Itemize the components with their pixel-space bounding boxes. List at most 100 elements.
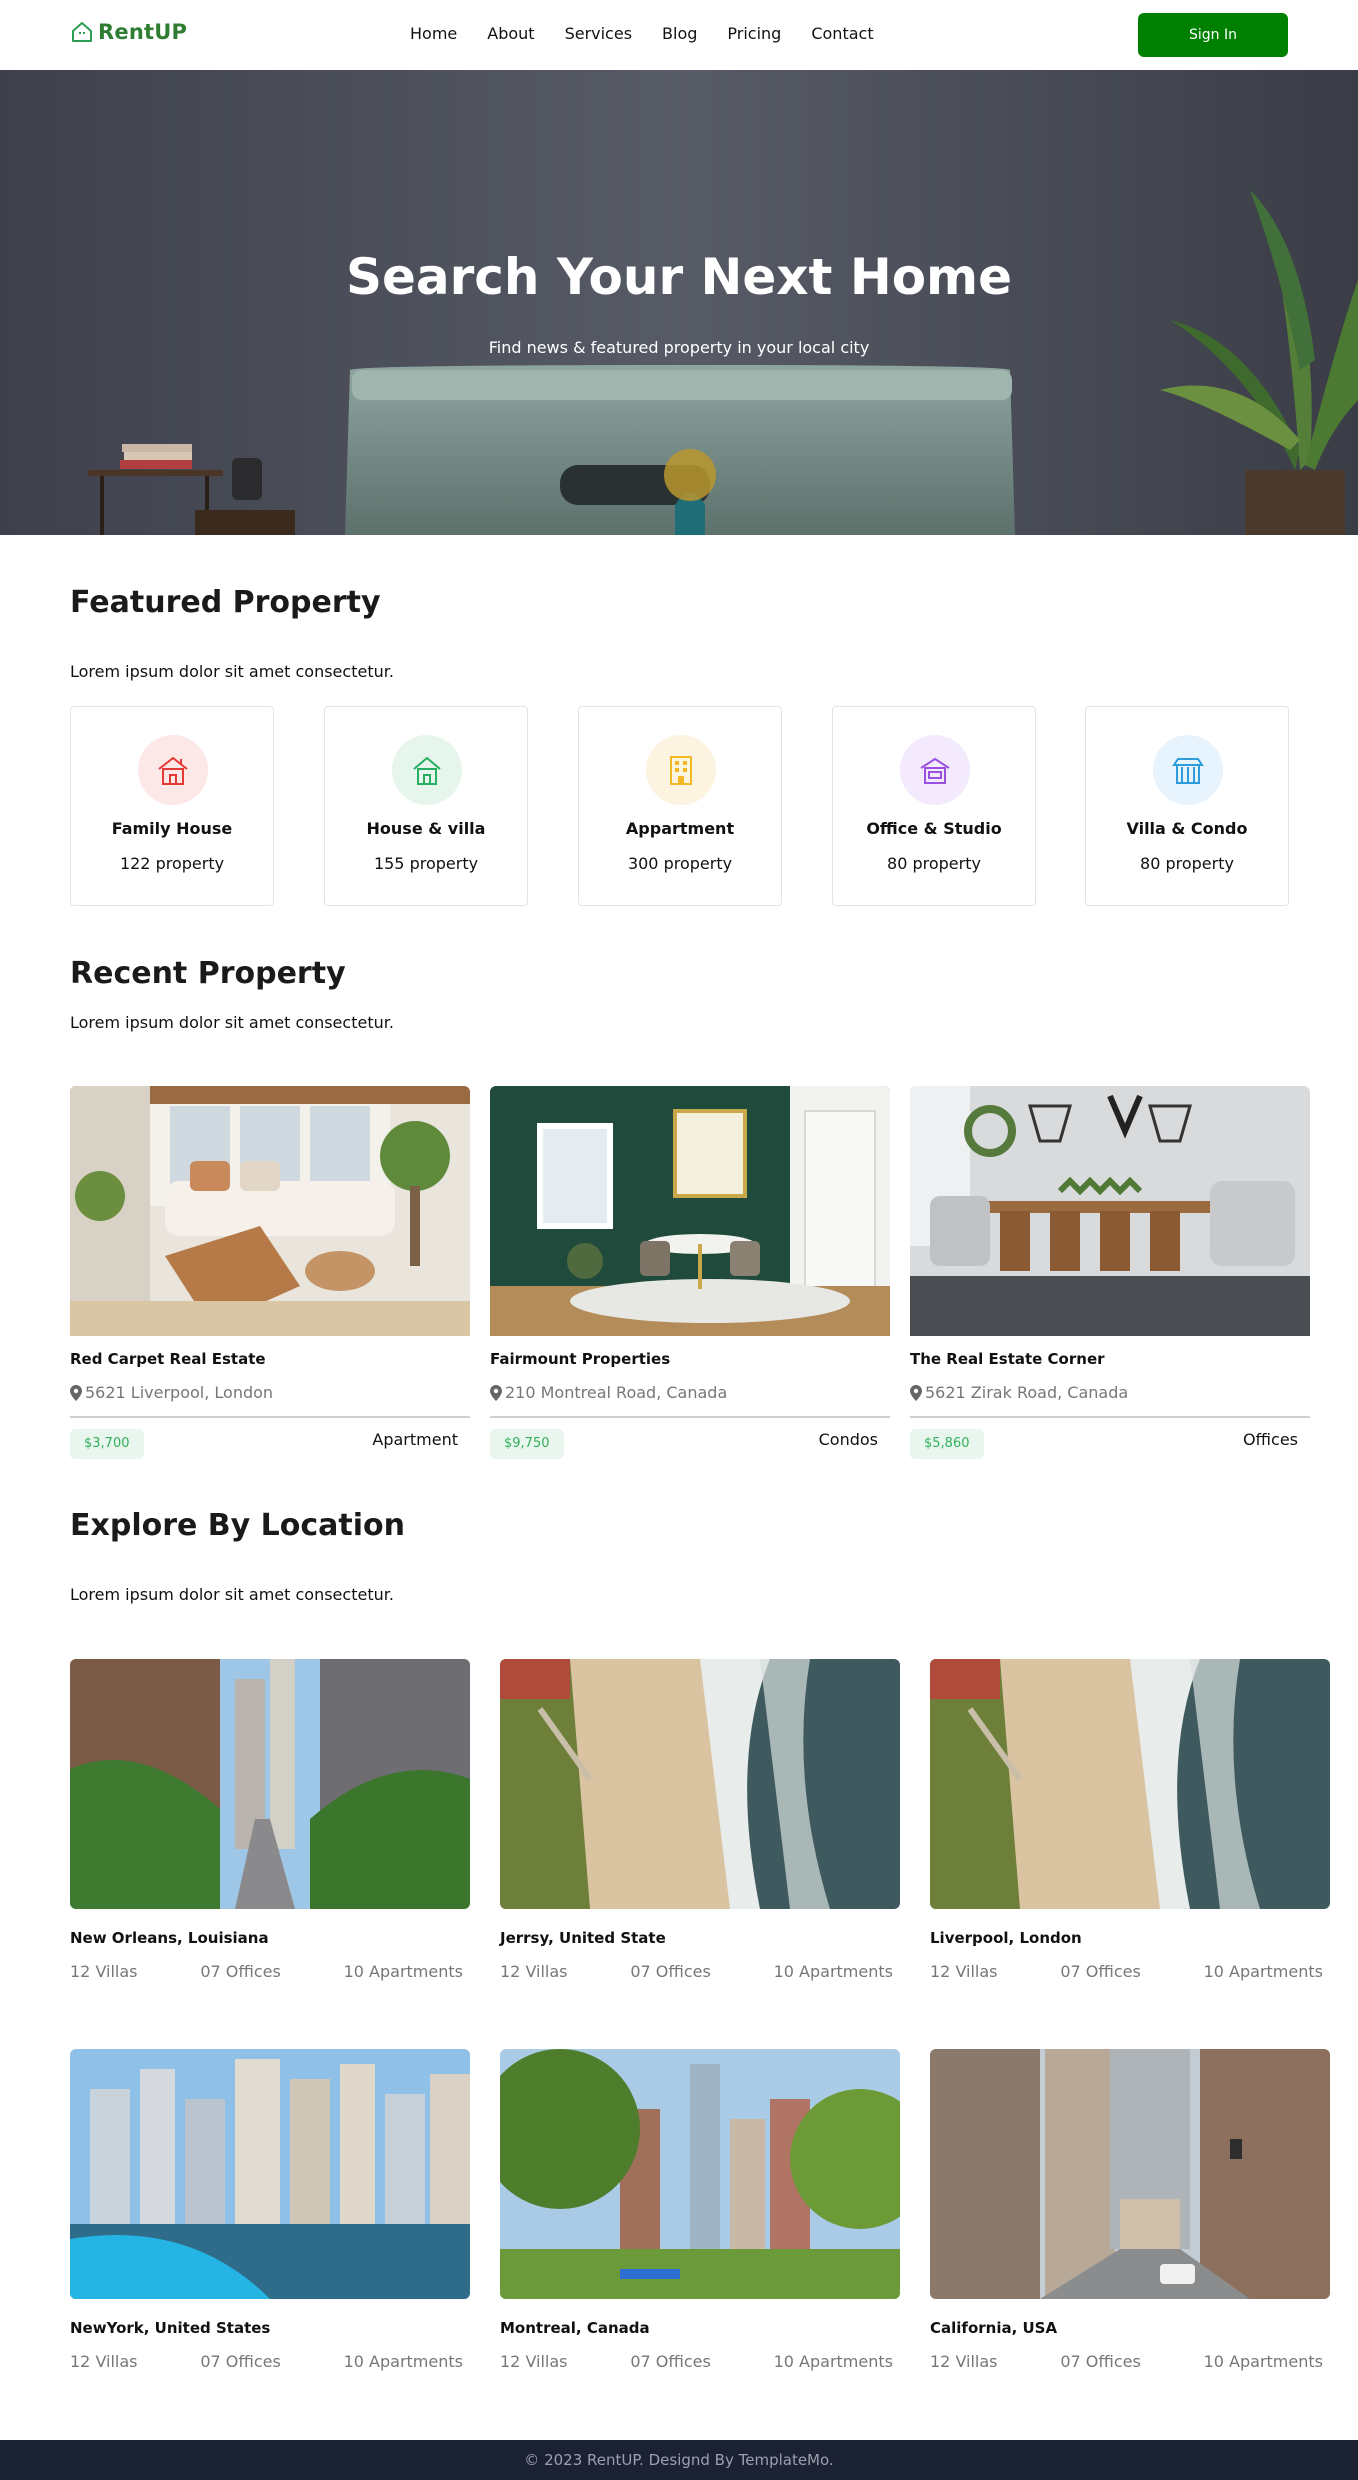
hero-title: Search Your Next Home	[345, 248, 1013, 306]
villas-count: 12 Villas	[500, 2352, 568, 2371]
copyright-text: © 2023 RentUP. Designd By TemplateMo.	[524, 2451, 834, 2469]
apartments-count: 10 Apartments	[1203, 1962, 1323, 1981]
featured-title: Appartment	[625, 819, 735, 838]
property-address: 210 Montreal Road, Canada	[490, 1383, 727, 1402]
property-type: Offices	[1242, 1430, 1298, 1449]
location-name[interactable]: Montreal, Canada	[500, 2319, 650, 2337]
location-photo	[500, 1659, 900, 1909]
map-pin-icon	[490, 1384, 502, 1401]
villas-count: 12 Villas	[70, 2352, 138, 2371]
property-name[interactable]: The Real Estate Corner	[910, 1350, 1105, 1368]
location-stats: 12 Villas 07 Offices 10 Apartments	[70, 2352, 470, 2371]
featured-card-family-house[interactable]: Family House 122 property	[70, 706, 274, 906]
divider	[70, 1416, 470, 1418]
office-icon	[900, 735, 970, 805]
property-photo	[910, 1086, 1310, 1336]
featured-card-villa-condo[interactable]: Villa & Condo 80 property	[1085, 706, 1289, 906]
site-footer: © 2023 RentUP. Designd By TemplateMo.	[0, 2440, 1358, 2480]
location-name[interactable]: Jerrsy, United State	[500, 1929, 666, 1947]
featured-title: Family House	[111, 819, 233, 838]
location-stats: 12 Villas 07 Offices 10 Apartments	[930, 1962, 1330, 1981]
location-card-montreal[interactable]: Montreal, Canada 12 Villas 07 Offices 10…	[500, 2049, 900, 2371]
property-name[interactable]: Fairmount Properties	[490, 1350, 670, 1368]
location-photo	[500, 2049, 900, 2299]
house-icon	[138, 735, 208, 805]
apartments-count: 10 Apartments	[343, 1962, 463, 1981]
location-stats: 12 Villas 07 Offices 10 Apartments	[70, 1962, 470, 1981]
recent-card-fairmount[interactable]: Fairmount Properties 210 Montreal Road, …	[490, 1086, 890, 1459]
site-header: RentUP Home About Services Blog Pricing …	[0, 0, 1358, 70]
location-photo	[930, 1659, 1330, 1909]
logo[interactable]: RentUP	[70, 20, 187, 44]
property-photo	[70, 1086, 470, 1336]
nav-pricing[interactable]: Pricing	[727, 24, 781, 43]
location-name[interactable]: California, USA	[930, 2319, 1057, 2337]
featured-card-appartment[interactable]: Appartment 300 property	[578, 706, 782, 906]
featured-title: Villa & Condo	[1126, 819, 1248, 838]
location-card-california[interactable]: California, USA 12 Villas 07 Offices 10 …	[930, 2049, 1330, 2371]
featured-heading: Featured Property	[70, 585, 381, 620]
address-text: 5621 Liverpool, London	[85, 1383, 274, 1402]
address-text: 210 Montreal Road, Canada	[505, 1383, 728, 1402]
nav-contact[interactable]: Contact	[811, 24, 873, 43]
location-photo	[70, 1659, 470, 1909]
price-badge: $9,750	[490, 1429, 564, 1459]
nav-blog[interactable]: Blog	[662, 24, 697, 43]
featured-lead: Lorem ipsum dolor sit amet consectetur.	[70, 662, 394, 681]
location-card-newyork[interactable]: NewYork, United States 12 Villas 07 Offi…	[70, 2049, 470, 2371]
featured-count: 122 property	[119, 854, 225, 873]
apartments-count: 10 Apartments	[773, 1962, 893, 1981]
property-name[interactable]: Red Carpet Real Estate	[70, 1350, 266, 1368]
property-address: 5621 Liverpool, London	[70, 1383, 273, 1402]
location-stats: 12 Villas 07 Offices 10 Apartments	[930, 2352, 1330, 2371]
nav-home[interactable]: Home	[410, 24, 457, 43]
featured-count: 80 property	[1140, 854, 1234, 873]
offices-count: 07 Offices	[200, 1962, 281, 1981]
location-heading: Explore By Location	[70, 1508, 406, 1543]
villas-count: 12 Villas	[500, 1962, 568, 1981]
recent-card-red-carpet[interactable]: Red Carpet Real Estate 5621 Liverpool, L…	[70, 1086, 470, 1459]
offices-count: 07 Offices	[630, 2352, 711, 2371]
property-address: 5621 Zirak Road, Canada	[910, 1383, 1128, 1402]
address-text: 5621 Zirak Road, Canada	[925, 1383, 1129, 1402]
logo-text: RentUP	[98, 20, 188, 44]
house-logo-icon	[72, 22, 92, 42]
villa-icon	[392, 735, 462, 805]
featured-count: 80 property	[887, 854, 981, 873]
recent-card-real-estate-corner[interactable]: The Real Estate Corner 5621 Zirak Road, …	[910, 1086, 1310, 1459]
map-pin-icon	[70, 1384, 82, 1401]
location-lead: Lorem ipsum dolor sit amet consectetur.	[70, 1585, 394, 1604]
villas-count: 12 Villas	[930, 2352, 998, 2371]
price-badge: $5,860	[910, 1429, 984, 1459]
villas-count: 12 Villas	[70, 1962, 138, 1981]
location-card-new-orleans[interactable]: New Orleans, Louisiana 12 Villas 07 Offi…	[70, 1659, 470, 1981]
featured-title: House & villa	[366, 819, 486, 838]
sign-in-button[interactable]: Sign In	[1138, 13, 1288, 57]
apartments-count: 10 Apartments	[773, 2352, 893, 2371]
apartments-count: 10 Apartments	[343, 2352, 463, 2371]
divider	[490, 1416, 890, 1418]
featured-card-house-villa[interactable]: House & villa 155 property	[324, 706, 528, 906]
location-name[interactable]: NewYork, United States	[70, 2319, 270, 2337]
hero-banner: Search Your Next Home Find news & featur…	[0, 70, 1358, 535]
villas-count: 12 Villas	[930, 1962, 998, 1981]
map-pin-icon	[910, 1384, 922, 1401]
offices-count: 07 Offices	[1060, 1962, 1141, 1981]
location-name[interactable]: Liverpool, London	[930, 1929, 1082, 1947]
location-stats: 12 Villas 07 Offices 10 Apartments	[500, 1962, 900, 1981]
recent-lead: Lorem ipsum dolor sit amet consectetur.	[70, 1013, 394, 1032]
featured-card-office-studio[interactable]: Office & Studio 80 property	[832, 706, 1036, 906]
nav-about[interactable]: About	[487, 24, 534, 43]
location-name[interactable]: New Orleans, Louisiana	[70, 1929, 269, 1947]
property-type: Condos	[818, 1430, 878, 1449]
offices-count: 07 Offices	[630, 1962, 711, 1981]
hero-subtitle: Find news & featured property in your lo…	[488, 338, 870, 357]
offices-count: 07 Offices	[1060, 2352, 1141, 2371]
divider	[910, 1416, 1310, 1418]
location-card-jerrsy[interactable]: Jerrsy, United State 12 Villas 07 Office…	[500, 1659, 900, 1981]
main-nav: Home About Services Blog Pricing Contact	[410, 24, 904, 43]
recent-heading: Recent Property	[70, 956, 346, 991]
nav-services[interactable]: Services	[565, 24, 632, 43]
property-type: Apartment	[372, 1430, 458, 1449]
location-card-liverpool[interactable]: Liverpool, London 12 Villas 07 Offices 1…	[930, 1659, 1330, 1981]
